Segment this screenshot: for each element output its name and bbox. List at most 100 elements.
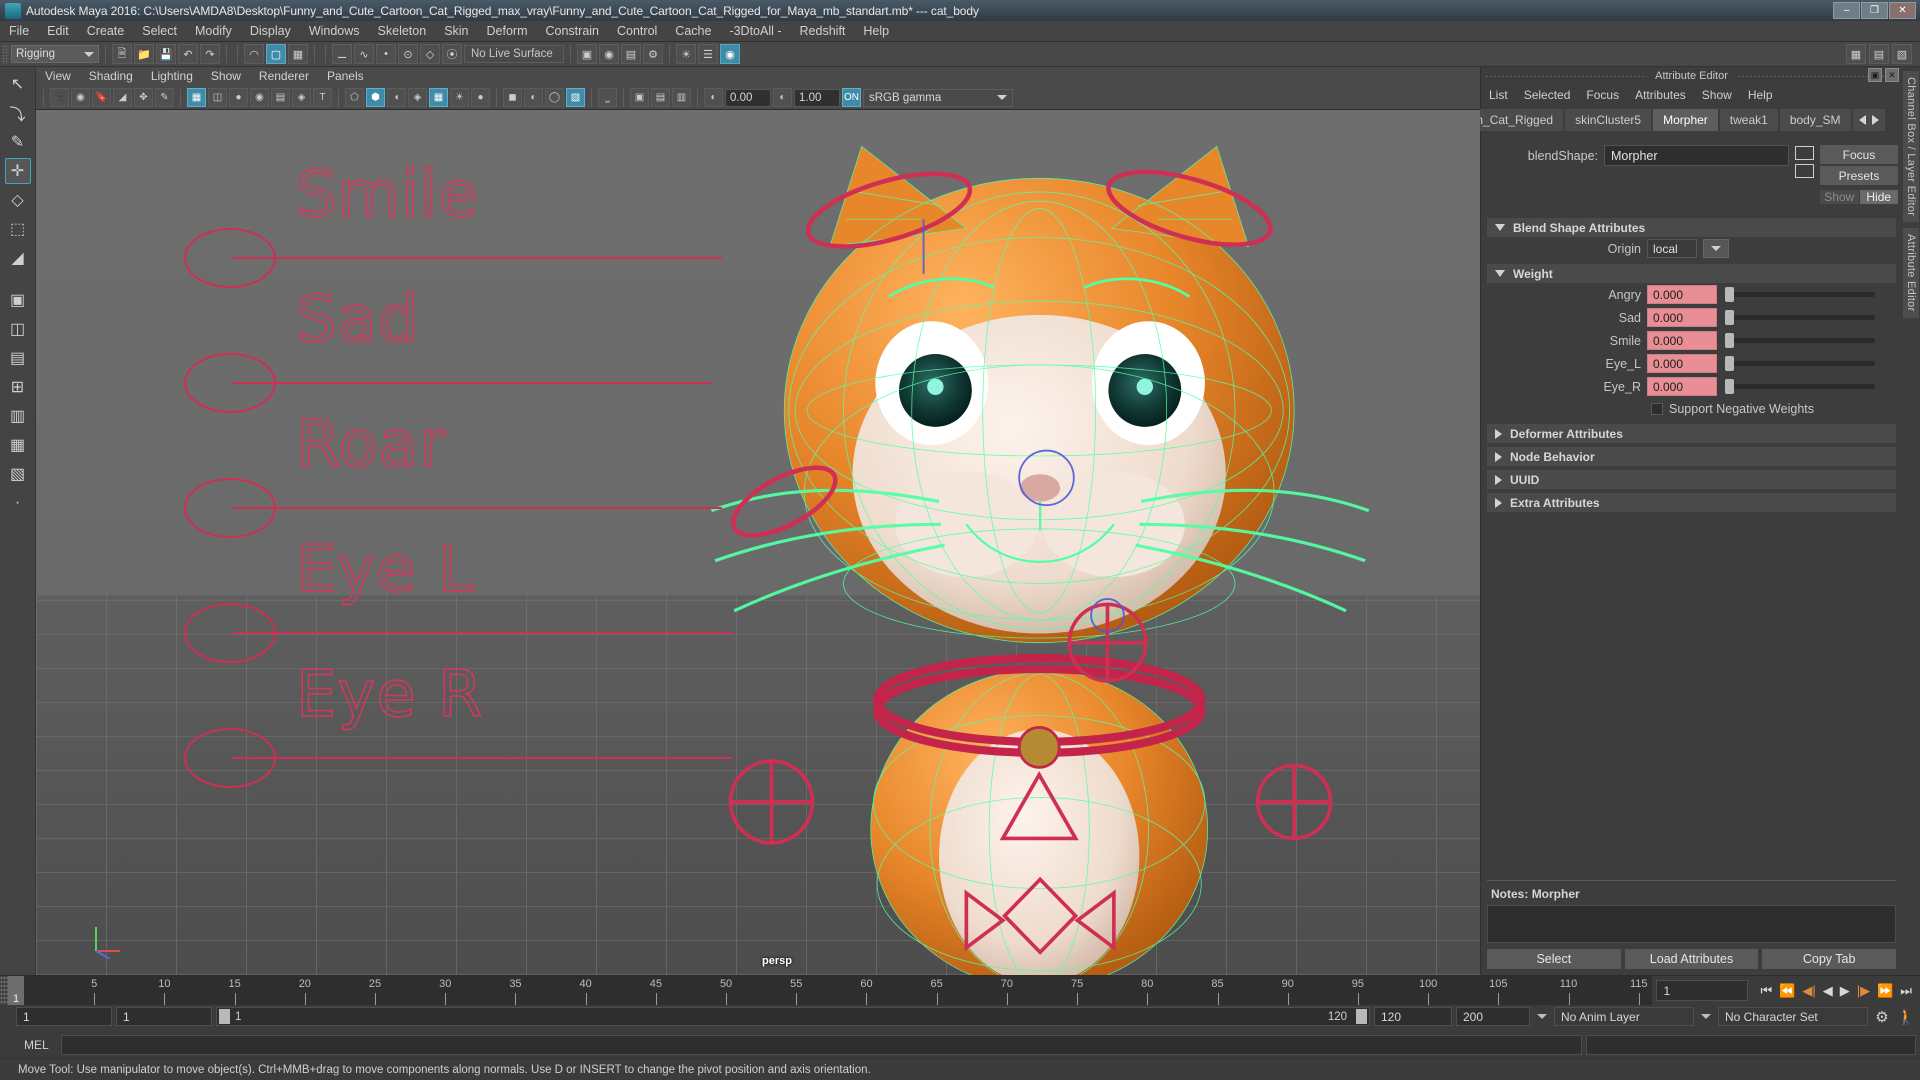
control-row-smile[interactable]: Smile <box>136 157 796 288</box>
layout-persp-graph[interactable]: ▦ <box>5 432 31 458</box>
tab-morpher[interactable]: Morpher <box>1653 109 1718 131</box>
render-settings-icon[interactable]: ⚙ <box>643 44 663 64</box>
control-slider-track-eye-r[interactable] <box>232 757 732 759</box>
channel-box-toggle-icon[interactable]: ▧ <box>1892 44 1912 64</box>
view-transform-selector[interactable]: sRGB gamma <box>863 88 1013 107</box>
range-handle-left[interactable] <box>219 1009 230 1024</box>
menu-display[interactable]: Display <box>241 21 300 42</box>
animation-start-field[interactable]: 1 <box>116 1007 212 1026</box>
motion-blur-icon[interactable]: ◐ <box>524 88 543 107</box>
toolbar-grip[interactable] <box>2 44 9 64</box>
character-set-icon[interactable]: 🚶 <box>1896 1007 1916 1027</box>
tool-rotate-tool[interactable]: ◇ <box>5 187 31 213</box>
section-extra-attributes[interactable]: Extra Attributes <box>1487 493 1896 512</box>
node-editor-icon[interactable]: ◉ <box>720 44 740 64</box>
grid-icon[interactable]: ▦ <box>187 88 206 107</box>
new-scene-icon[interactable]: 🗎 <box>112 44 132 64</box>
viewport-menu-renderer[interactable]: Renderer <box>250 67 318 86</box>
snap-projected-icon[interactable]: ⊙ <box>398 44 418 64</box>
section-weight[interactable]: Weight <box>1487 264 1896 283</box>
presets-button[interactable]: Presets <box>1820 166 1898 185</box>
section-node-behavior[interactable]: Node Behavior <box>1487 447 1896 466</box>
menu-cache[interactable]: Cache <box>666 21 720 42</box>
weight-value-input[interactable]: 0.000 <box>1647 331 1717 350</box>
step-back-keyframe-icon[interactable]: ⏪ <box>1779 983 1795 999</box>
control-row-eye-l[interactable]: Eye L <box>136 532 796 663</box>
control-slider-track-smile[interactable] <box>232 257 722 259</box>
snap-view-plane-icon[interactable]: ◇ <box>420 44 440 64</box>
show-button[interactable]: Show <box>1820 189 1859 204</box>
control-row-eye-r[interactable]: Eye R <box>136 657 796 788</box>
tool-lasso-tool[interactable]: ⤵ <box>5 100 31 126</box>
slider-handle[interactable] <box>1725 356 1734 371</box>
perspective-viewport[interactable]: Smile Sad Roar Eye L Eye R persp <box>36 110 1480 975</box>
select-button[interactable]: Select <box>1487 949 1621 969</box>
ae-menu-list[interactable]: List <box>1481 88 1516 102</box>
multisample-icon[interactable]: ◯ <box>545 88 564 107</box>
xray-active-icon[interactable]: ⎵ <box>598 88 617 107</box>
tool-move-tool[interactable]: ✛ <box>4 158 31 184</box>
bookmark-icon[interactable]: 🔖 <box>92 88 111 107</box>
flat-shade-icon[interactable]: ◖ <box>387 88 406 107</box>
texture-icon[interactable]: T <box>313 88 332 107</box>
minimize-button[interactable]: – <box>1833 2 1860 19</box>
panel-undock-icon[interactable]: ▣ <box>1868 68 1882 82</box>
maximize-button[interactable]: ❐ <box>1861 2 1888 19</box>
screen-space-ao-icon[interactable]: ◼ <box>503 88 522 107</box>
menu-select[interactable]: Select <box>133 21 186 42</box>
weight-value-input[interactable]: 0.000 <box>1647 354 1717 373</box>
ae-menu-selected[interactable]: Selected <box>1516 88 1579 102</box>
redo-icon[interactable]: ↷ <box>200 44 220 64</box>
go-to-end-icon[interactable]: ⏭ <box>1900 983 1912 999</box>
snap-curve-icon[interactable]: ∿ <box>354 44 374 64</box>
close-button[interactable]: ✕ <box>1889 2 1916 19</box>
range-handle-right[interactable] <box>1356 1009 1367 1024</box>
ae-menu-show[interactable]: Show <box>1694 88 1740 102</box>
tool-paint-select-tool[interactable]: ✎ <box>5 129 31 155</box>
character-set-selector[interactable]: No Character Set <box>1718 1007 1868 1026</box>
playback-range-slider[interactable]: 1 120 <box>216 1007 1370 1026</box>
menu-modify[interactable]: Modify <box>186 21 241 42</box>
slider-handle[interactable] <box>1725 310 1734 325</box>
step-forward-frame-icon[interactable]: |▶ <box>1857 983 1870 999</box>
chevron-down-icon[interactable] <box>1537 1014 1547 1019</box>
script-language-label[interactable]: MEL <box>16 1038 57 1052</box>
menu-skin[interactable]: Skin <box>435 21 477 42</box>
render-current-frame-icon[interactable]: ◉ <box>599 44 619 64</box>
xray-icon[interactable]: ▤ <box>271 88 290 107</box>
ae-menu-attributes[interactable]: Attributes <box>1627 88 1694 102</box>
select-by-object-icon[interactable]: ▢ <box>266 44 286 64</box>
exposure-field[interactable]: 0.00 <box>725 88 771 107</box>
slider-handle[interactable] <box>1725 287 1734 302</box>
step-forward-keyframe-icon[interactable]: ⏩ <box>1877 983 1893 999</box>
gate-mask-icon[interactable]: ◉ <box>250 88 269 107</box>
go-to-start-icon[interactable]: ⏮ <box>1760 983 1772 999</box>
focus-button[interactable]: Focus <box>1820 145 1898 164</box>
menu-redshift[interactable]: Redshift <box>791 21 855 42</box>
animation-end-field[interactable]: 200 <box>1456 1007 1530 1026</box>
command-input[interactable] <box>60 1034 1582 1055</box>
weight-value-input[interactable]: 0.000 <box>1647 308 1717 327</box>
layout-single-pane[interactable]: ▣ <box>5 287 31 313</box>
support-negative-weights-row[interactable]: Support Negative Weights <box>1481 398 1902 420</box>
weight-slider[interactable] <box>1723 354 1875 373</box>
make-live-icon[interactable]: ⦿ <box>442 44 462 64</box>
time-slider[interactable]: 1 5 10 15 20 25 30 35 40 45 50 55 60 65 70 75 80 85 90 95 1… <box>8 976 1653 1005</box>
time-slider-grip[interactable] <box>0 976 8 1005</box>
menu-control[interactable]: Control <box>608 21 666 42</box>
play-backwards-icon[interactable]: ◀ <box>1823 983 1833 999</box>
hide-button[interactable]: Hide <box>1859 189 1898 204</box>
wireframe-icon[interactable]: ⬠ <box>345 88 364 107</box>
support-negative-weights-checkbox[interactable] <box>1651 403 1663 415</box>
menu-skeleton[interactable]: Skeleton <box>369 21 436 42</box>
current-time-indicator[interactable]: 1 <box>8 976 24 1005</box>
panel-close-icon[interactable]: ✕ <box>1885 68 1899 82</box>
range-end-field[interactable]: 120 <box>1374 1007 1452 1026</box>
menu-file[interactable]: File <box>0 21 38 42</box>
weight-value-input[interactable]: 0.000 <box>1647 285 1717 304</box>
anim-layer-selector[interactable]: No Anim Layer <box>1554 1007 1694 1026</box>
copy-tab-button[interactable]: Copy Tab <box>1762 949 1897 969</box>
section-blend-shape-attributes[interactable]: Blend Shape Attributes <box>1487 218 1896 237</box>
origin-select[interactable]: local <box>1647 239 1697 258</box>
input-connection-icon[interactable] <box>1795 146 1814 160</box>
